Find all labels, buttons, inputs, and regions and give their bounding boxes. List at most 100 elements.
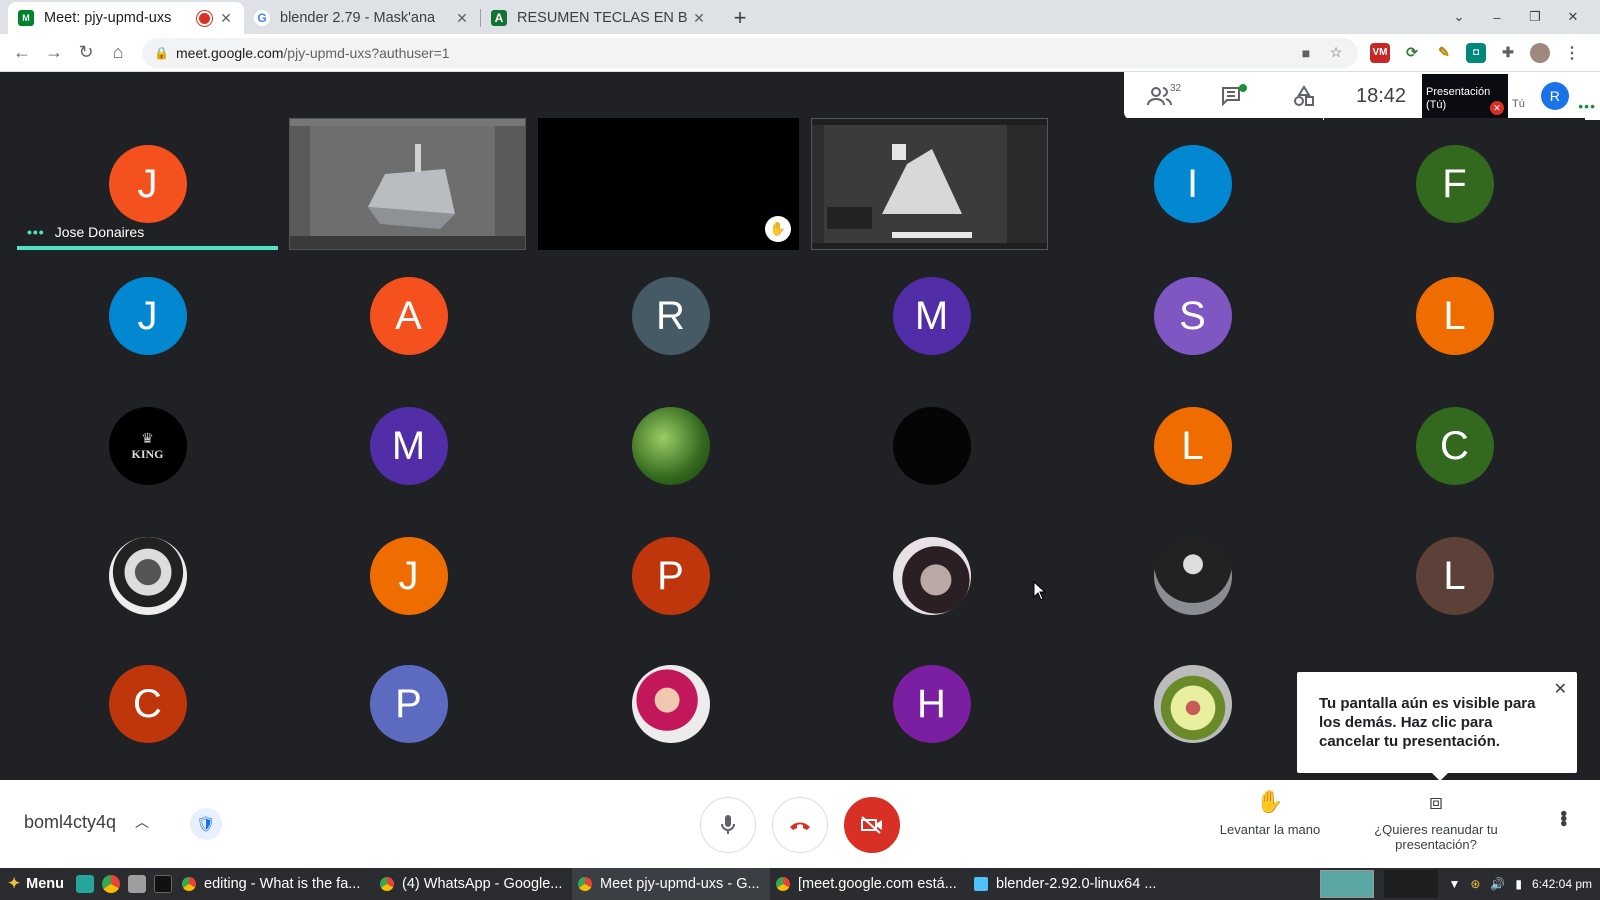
extension-sync-icon[interactable]: ⟳ xyxy=(1402,42,1422,63)
participant-tile[interactable]: A xyxy=(278,250,539,382)
participant-tile[interactable] xyxy=(17,510,278,642)
tab-blender[interactable]: G blender 2.79 - Mask'ana ✕ xyxy=(244,2,480,34)
chat-button[interactable] xyxy=(1196,72,1268,120)
camera-icon[interactable]: ■ xyxy=(1296,45,1316,61)
participant-tile-video-off[interactable]: ✋ xyxy=(538,118,799,250)
workspace-1-thumbnail[interactable] xyxy=(1320,870,1375,898)
microphone-button[interactable] xyxy=(700,797,756,853)
address-bar[interactable]: 🔒 meet.google.com/pjy-upmd-uxs?authuser=… xyxy=(142,37,1358,68)
participant-tile[interactable]: P xyxy=(278,638,539,770)
participant-tile[interactable] xyxy=(1062,510,1323,642)
screen-share-blender-1[interactable] xyxy=(289,118,526,250)
volume-icon[interactable]: 🔊 xyxy=(1490,877,1505,891)
extension-teal-icon[interactable]: ◘ xyxy=(1466,42,1486,63)
participant-tile[interactable]: H xyxy=(801,638,1062,770)
tab-title: Meet: pjy-upmd-uxs xyxy=(44,10,172,26)
new-tab-button[interactable]: + xyxy=(725,3,755,33)
leave-call-button[interactable] xyxy=(772,797,828,853)
back-icon[interactable]: ← xyxy=(6,37,38,69)
present-screen-icon: ⧈ xyxy=(1429,789,1443,814)
wifi-icon[interactable]: ▼ xyxy=(1448,877,1460,891)
participant-tile[interactable]: R xyxy=(540,250,801,382)
workspace-2-thumbnail[interactable] xyxy=(1384,870,1439,898)
chrome-icon[interactable] xyxy=(102,875,121,893)
taskbar-window[interactable]: blender-2.92.0-linux64 ... xyxy=(968,868,1166,900)
participant-tile[interactable]: L xyxy=(1324,510,1585,642)
participant-tile[interactable]: I xyxy=(1062,118,1323,250)
participant-tile[interactable]: ♛ KING xyxy=(17,380,278,512)
participant-tile[interactable]: C xyxy=(1324,380,1585,512)
participant-tile[interactable]: F xyxy=(1324,118,1585,250)
self-presentation-preview[interactable]: Presentación (Tú) ✕ xyxy=(1422,74,1508,118)
participant-tile[interactable] xyxy=(540,638,801,770)
extension-pencil-icon[interactable]: ✎ xyxy=(1434,42,1454,63)
presentation-warning-tooltip[interactable]: ✕ Tu pantalla aún es visible para los de… xyxy=(1297,672,1577,781)
lock-icon[interactable]: 🔒 xyxy=(154,46,169,60)
close-tab-icon[interactable]: ✕ xyxy=(218,10,234,27)
minimize-icon[interactable]: – xyxy=(1490,10,1504,25)
screen-share-blender-2[interactable] xyxy=(811,118,1048,250)
account-avatar[interactable]: R xyxy=(1540,82,1569,110)
forward-icon[interactable]: → xyxy=(38,37,70,69)
close-window-icon[interactable]: ✕ xyxy=(1566,9,1580,25)
terminal-icon[interactable] xyxy=(154,875,173,893)
restore-icon[interactable]: ❐ xyxy=(1528,9,1542,25)
taskbar-window[interactable]: editing - What is the fa... xyxy=(176,868,374,900)
camera-off-button[interactable] xyxy=(844,797,900,853)
participant-tile[interactable]: S xyxy=(1062,250,1323,382)
participant-tile[interactable]: L xyxy=(1324,250,1585,382)
resume-presentation-button[interactable]: ⧈ ¿Quieres reanudar tu presentación? xyxy=(1366,789,1506,853)
participant-tile[interactable]: M xyxy=(801,250,1062,382)
meeting-controls-bar: boml4cty4q ︿ 🛡 ✋ Levantar la mano ⧈ ¿Qui… xyxy=(0,780,1600,868)
participant-tile[interactable] xyxy=(801,380,1062,512)
bookmark-star-icon[interactable]: ☆ xyxy=(1326,44,1346,61)
meeting-code[interactable]: boml4cty4q xyxy=(24,812,116,833)
close-icon[interactable]: ✕ xyxy=(1554,680,1567,699)
participant-tile[interactable]: J xyxy=(17,250,278,382)
participant-avatar: C xyxy=(108,665,187,743)
raised-hand-icon: ✋ xyxy=(765,216,791,242)
extensions-puzzle-icon[interactable]: ✚ xyxy=(1498,42,1518,63)
battery-icon[interactable]: ▮ xyxy=(1515,877,1522,891)
taskbar-window[interactable]: (4) WhatsApp - Google... xyxy=(374,868,572,900)
raise-hand-button[interactable]: ✋ Levantar la mano xyxy=(1210,789,1330,838)
tab-meet[interactable]: M Meet: pjy-upmd-uxs ✕ xyxy=(8,2,244,34)
chevron-up-icon[interactable]: ︿ xyxy=(135,812,149,832)
files-icon[interactable] xyxy=(128,875,147,893)
system-clock[interactable]: 6:42:04 pm xyxy=(1532,877,1592,891)
meeting-clock: 18:42 xyxy=(1355,84,1407,107)
participant-tile[interactable]: M xyxy=(278,380,539,512)
tab-resumen[interactable]: A RESUMEN TECLAS EN B ✕ xyxy=(481,2,717,34)
participant-tile[interactable] xyxy=(540,380,801,512)
home-icon[interactable]: ⌂ xyxy=(102,37,134,69)
participants-button[interactable]: 32 xyxy=(1124,72,1196,120)
participant-name: ••• Jose Donaires xyxy=(27,224,144,240)
desktop-icon[interactable] xyxy=(76,875,95,893)
participant-tile[interactable] xyxy=(801,510,1062,642)
browser-menu-icon[interactable]: ⋮ xyxy=(1562,42,1582,63)
participant-tile[interactable]: J ••• Jose Donaires xyxy=(17,118,278,250)
update-icon[interactable]: ⊛ xyxy=(1470,877,1480,891)
close-tab-icon[interactable]: ✕ xyxy=(454,10,470,27)
url-text[interactable]: meet.google.com/pjy-upmd-uxs?authuser=1 xyxy=(176,45,1286,61)
host-controls-shield-icon[interactable]: 🛡 xyxy=(190,808,222,840)
participant-count: 32 xyxy=(1170,83,1182,94)
participant-tile[interactable]: J xyxy=(278,510,539,642)
close-tab-icon[interactable]: ✕ xyxy=(691,10,707,27)
participant-tile[interactable]: L xyxy=(1062,380,1323,512)
profile-avatar-icon[interactable] xyxy=(1530,42,1550,63)
raise-hand-icon: ✋ xyxy=(1256,789,1284,814)
participant-photo xyxy=(631,407,710,485)
start-menu-button[interactable]: ✦ Menu xyxy=(0,876,72,892)
participant-tile[interactable]: C xyxy=(17,638,278,770)
taskbar-window-title: [meet.google.com está... xyxy=(798,876,957,892)
taskbar-window[interactable]: [meet.google.com está... xyxy=(770,868,968,900)
activities-button[interactable] xyxy=(1268,72,1340,120)
taskbar-window[interactable]: Meet pjy-upmd-uxs - G... xyxy=(572,868,771,900)
reload-icon[interactable]: ↻ xyxy=(70,37,102,69)
tab-search-icon[interactable]: ⌄ xyxy=(1452,9,1466,25)
participant-tile[interactable] xyxy=(1062,638,1323,770)
more-options-icon[interactable]: ••• xyxy=(1551,810,1574,825)
extension-vm-icon[interactable]: VM xyxy=(1370,42,1390,63)
participant-tile[interactable]: P xyxy=(540,510,801,642)
